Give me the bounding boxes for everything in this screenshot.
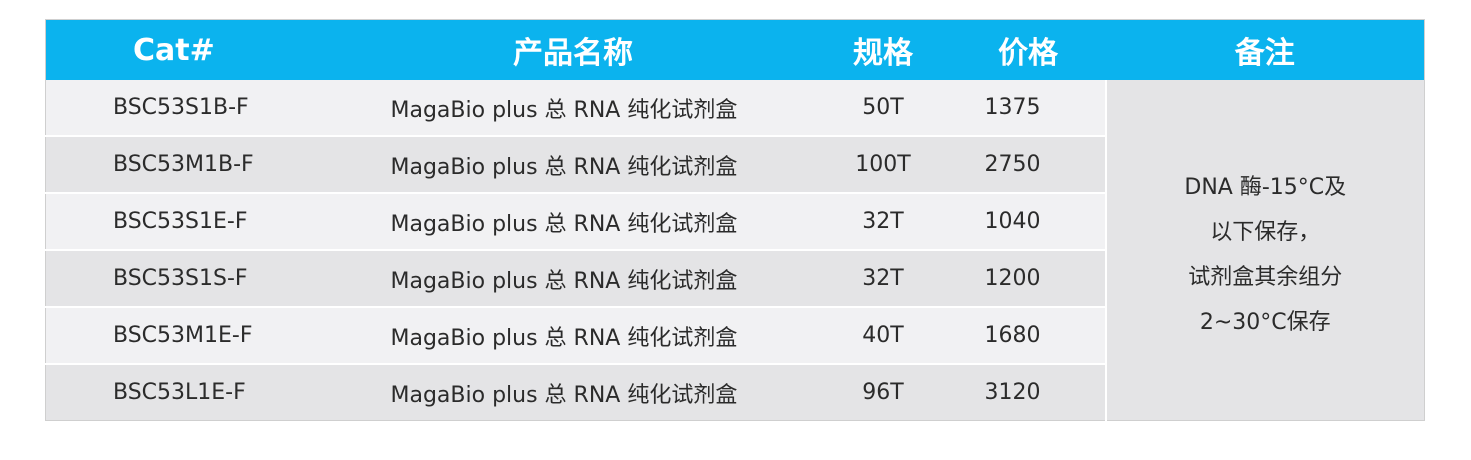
table-row: BSC53S1B-F MagaBio plus 总 RNA 纯化试剂盒 50T … xyxy=(45,80,1425,421)
cell-product-name: MagaBio plus 总 RNA 纯化试剂盒 xyxy=(330,80,816,137)
cell-product-name: MagaBio plus 总 RNA 纯化试剂盒 xyxy=(330,364,816,421)
cell-cat-number: BSC53S1S-F xyxy=(45,250,331,308)
cell-product-name: MagaBio plus 总 RNA 纯化试剂盒 xyxy=(330,193,816,251)
note-line: 以下保存， xyxy=(1210,220,1321,245)
cell-spec: 32T xyxy=(815,193,951,251)
cell-spec: 40T xyxy=(815,307,951,365)
note-line: 2~30°C保存 xyxy=(1199,310,1331,335)
cell-price: 2750 xyxy=(950,136,1106,194)
cell-price: 1375 xyxy=(950,80,1106,137)
header-product-name: 产品名称 xyxy=(330,19,816,80)
cell-price: 3120 xyxy=(950,364,1106,421)
cell-price: 1040 xyxy=(950,193,1106,251)
cell-spec: 100T xyxy=(815,136,951,194)
cell-product-name: MagaBio plus 总 RNA 纯化试剂盒 xyxy=(330,307,816,365)
cell-price: 1200 xyxy=(950,250,1106,308)
cell-note: DNA 酶-15°C及 以下保存， 试剂盒其余组分 2~30°C保存 xyxy=(1104,80,1425,421)
cell-product-name: MagaBio plus 总 RNA 纯化试剂盒 xyxy=(330,250,816,308)
product-price-table: Cat# 产品名称 规格 价格 备注 BSC53S1B-F MagaBio pl… xyxy=(45,19,1425,421)
cell-cat-number: BSC53S1E-F xyxy=(45,193,331,251)
cell-cat-number: BSC53M1B-F xyxy=(45,136,331,194)
cell-spec: 96T xyxy=(815,364,951,421)
header-cat-number: Cat# xyxy=(45,19,331,80)
header-price: 价格 xyxy=(950,19,1106,80)
header-spec: 规格 xyxy=(815,19,951,80)
note-line: DNA 酶-15°C及 xyxy=(1184,175,1347,200)
table-header: Cat# 产品名称 规格 价格 备注 xyxy=(45,19,1425,80)
cell-cat-number: BSC53S1B-F xyxy=(45,80,331,137)
note-line: 试剂盒其余组分 xyxy=(1188,265,1343,290)
cell-spec: 50T xyxy=(815,80,951,137)
header-row: Cat# 产品名称 规格 价格 备注 xyxy=(45,19,1425,80)
header-note: 备注 xyxy=(1105,19,1425,80)
cell-cat-number: BSC53L1E-F xyxy=(45,364,331,421)
cell-product-name: MagaBio plus 总 RNA 纯化试剂盒 xyxy=(330,136,816,194)
cell-cat-number: BSC53M1E-F xyxy=(45,307,331,365)
cell-price: 1680 xyxy=(950,307,1106,365)
cell-spec: 32T xyxy=(815,250,951,308)
table-body: BSC53S1B-F MagaBio plus 总 RNA 纯化试剂盒 50T … xyxy=(45,80,1425,421)
